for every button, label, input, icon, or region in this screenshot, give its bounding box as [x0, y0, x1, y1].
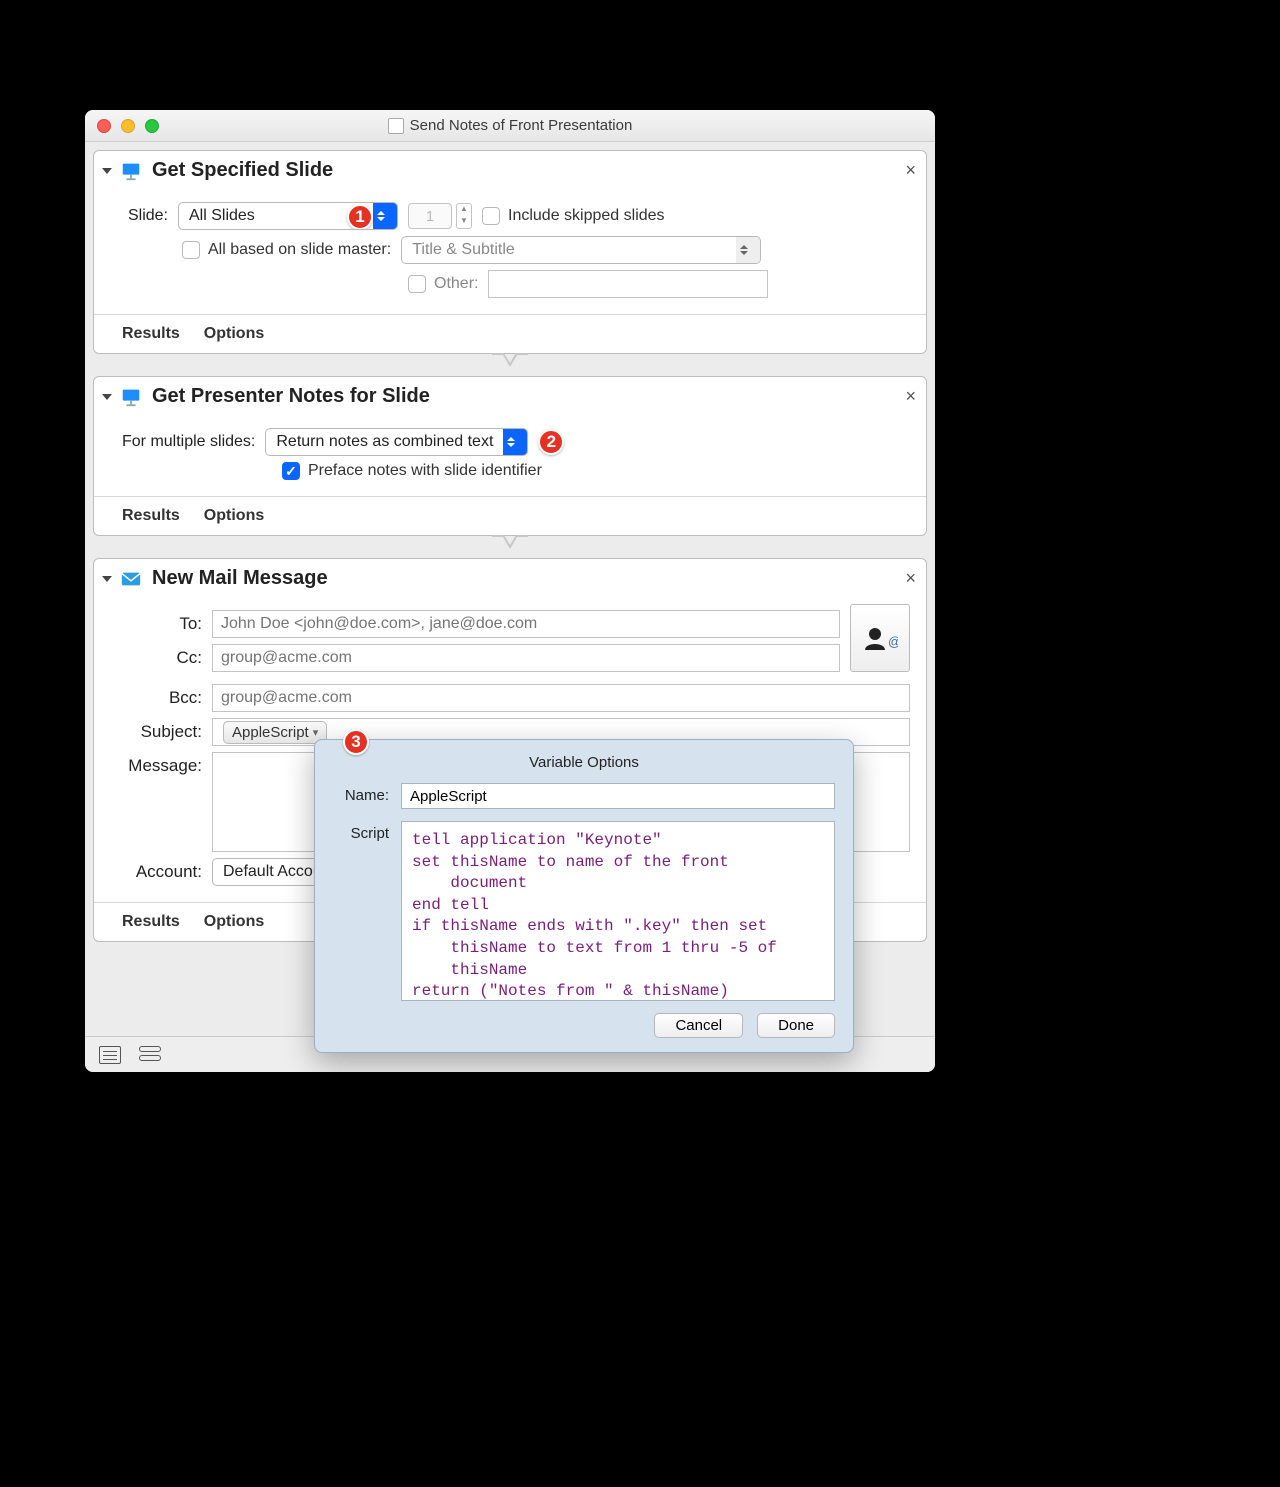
options-tab[interactable]: Options: [204, 507, 264, 525]
slide-number-stepper[interactable]: ▲▼: [408, 203, 472, 229]
addresses-button[interactable]: @: [850, 604, 910, 672]
chevron-updown-icon: [503, 429, 527, 455]
window-title: Send Notes of Front Presentation: [85, 117, 935, 134]
message-label: Message:: [114, 752, 202, 776]
callout-3: 3: [343, 729, 369, 755]
for-multiple-label: For multiple slides:: [122, 433, 255, 451]
options-tab[interactable]: Options: [204, 913, 264, 931]
checkbox-icon: [408, 275, 426, 293]
workflow-body: Get Specified Slide × Slide: All Slides …: [85, 142, 935, 1036]
disclosure-triangle-icon[interactable]: [102, 168, 112, 174]
disclosure-triangle-icon[interactable]: [102, 576, 112, 582]
slide-select[interactable]: All Slides 1: [178, 202, 398, 230]
results-tab[interactable]: Results: [122, 913, 180, 931]
chevron-updown-icon: [736, 237, 760, 263]
keynote-icon: [120, 386, 142, 408]
bcc-input[interactable]: [212, 684, 910, 712]
remove-action-button[interactable]: ×: [905, 160, 916, 181]
action-title: New Mail Message: [152, 567, 328, 590]
svg-text:@: @: [888, 634, 898, 649]
mail-icon: [120, 568, 142, 590]
include-skipped-checkbox[interactable]: Include skipped slides: [482, 207, 665, 225]
other-checkbox[interactable]: Other:: [408, 275, 478, 293]
action-footer: Results Options: [94, 314, 926, 353]
script-label: Script: [333, 821, 389, 842]
cc-input[interactable]: [212, 644, 840, 672]
other-input: [488, 270, 768, 298]
variables-view-icon[interactable]: [139, 1046, 161, 1064]
slide-number-input: [408, 203, 452, 229]
callout-2: 2: [538, 429, 564, 455]
stepper-arrows-icon[interactable]: ▲▼: [456, 203, 472, 229]
action-get-presenter-notes: Get Presenter Notes for Slide × For mult…: [93, 376, 927, 536]
callout-1: 1: [347, 204, 373, 230]
log-view-icon[interactable]: [99, 1046, 121, 1064]
cancel-button[interactable]: Cancel: [654, 1013, 743, 1038]
popover-title: Variable Options: [333, 754, 835, 771]
variable-options-popover: Variable Options Name: Script tell appli…: [314, 739, 854, 1053]
automator-window: Send Notes of Front Presentation Get Spe…: [85, 110, 935, 1072]
options-tab[interactable]: Options: [204, 325, 264, 343]
name-label: Name:: [333, 783, 389, 804]
window-title-text: Send Notes of Front Presentation: [410, 117, 633, 134]
cc-label: Cc:: [114, 648, 202, 668]
done-button[interactable]: Done: [757, 1013, 835, 1038]
action-new-mail-message: New Mail Message × To: Cc: @ Bcc:: [93, 558, 927, 942]
chevron-down-icon: ▾: [313, 726, 319, 739]
checkbox-checked-icon: [282, 462, 300, 480]
titlebar: Send Notes of Front Presentation: [85, 110, 935, 142]
subject-variable-token[interactable]: AppleScript ▾: [223, 721, 327, 744]
to-input[interactable]: [212, 610, 840, 638]
connector-icon: [492, 353, 528, 373]
bcc-label: Bcc:: [114, 688, 202, 708]
checkbox-icon: [182, 241, 200, 259]
remove-action-button[interactable]: ×: [905, 568, 916, 589]
results-tab[interactable]: Results: [122, 325, 180, 343]
action-get-specified-slide: Get Specified Slide × Slide: All Slides …: [93, 150, 927, 354]
connector-icon: [492, 535, 528, 555]
account-label: Account:: [114, 862, 202, 882]
slide-label: Slide:: [122, 207, 168, 225]
results-tab[interactable]: Results: [122, 507, 180, 525]
variable-name-input[interactable]: [401, 783, 835, 809]
remove-action-button[interactable]: ×: [905, 386, 916, 407]
to-label: To:: [114, 614, 202, 634]
preface-notes-checkbox[interactable]: Preface notes with slide identifier: [282, 462, 542, 480]
action-header: Get Specified Slide ×: [94, 151, 926, 188]
keynote-icon: [120, 160, 142, 182]
slide-master-checkbox[interactable]: All based on slide master:: [182, 241, 391, 259]
slide-master-select[interactable]: Title & Subtitle: [401, 236, 761, 264]
checkbox-icon: [482, 207, 500, 225]
action-title: Get Presenter Notes for Slide: [152, 385, 430, 408]
disclosure-triangle-icon[interactable]: [102, 394, 112, 400]
notes-mode-select[interactable]: Return notes as combined text: [265, 428, 528, 456]
document-icon: [388, 118, 404, 134]
action-title: Get Specified Slide: [152, 159, 333, 182]
chevron-updown-icon: [373, 203, 397, 229]
subject-label: Subject:: [114, 722, 202, 742]
script-textarea[interactable]: tell application "Keynote" set thisName …: [401, 821, 835, 1001]
